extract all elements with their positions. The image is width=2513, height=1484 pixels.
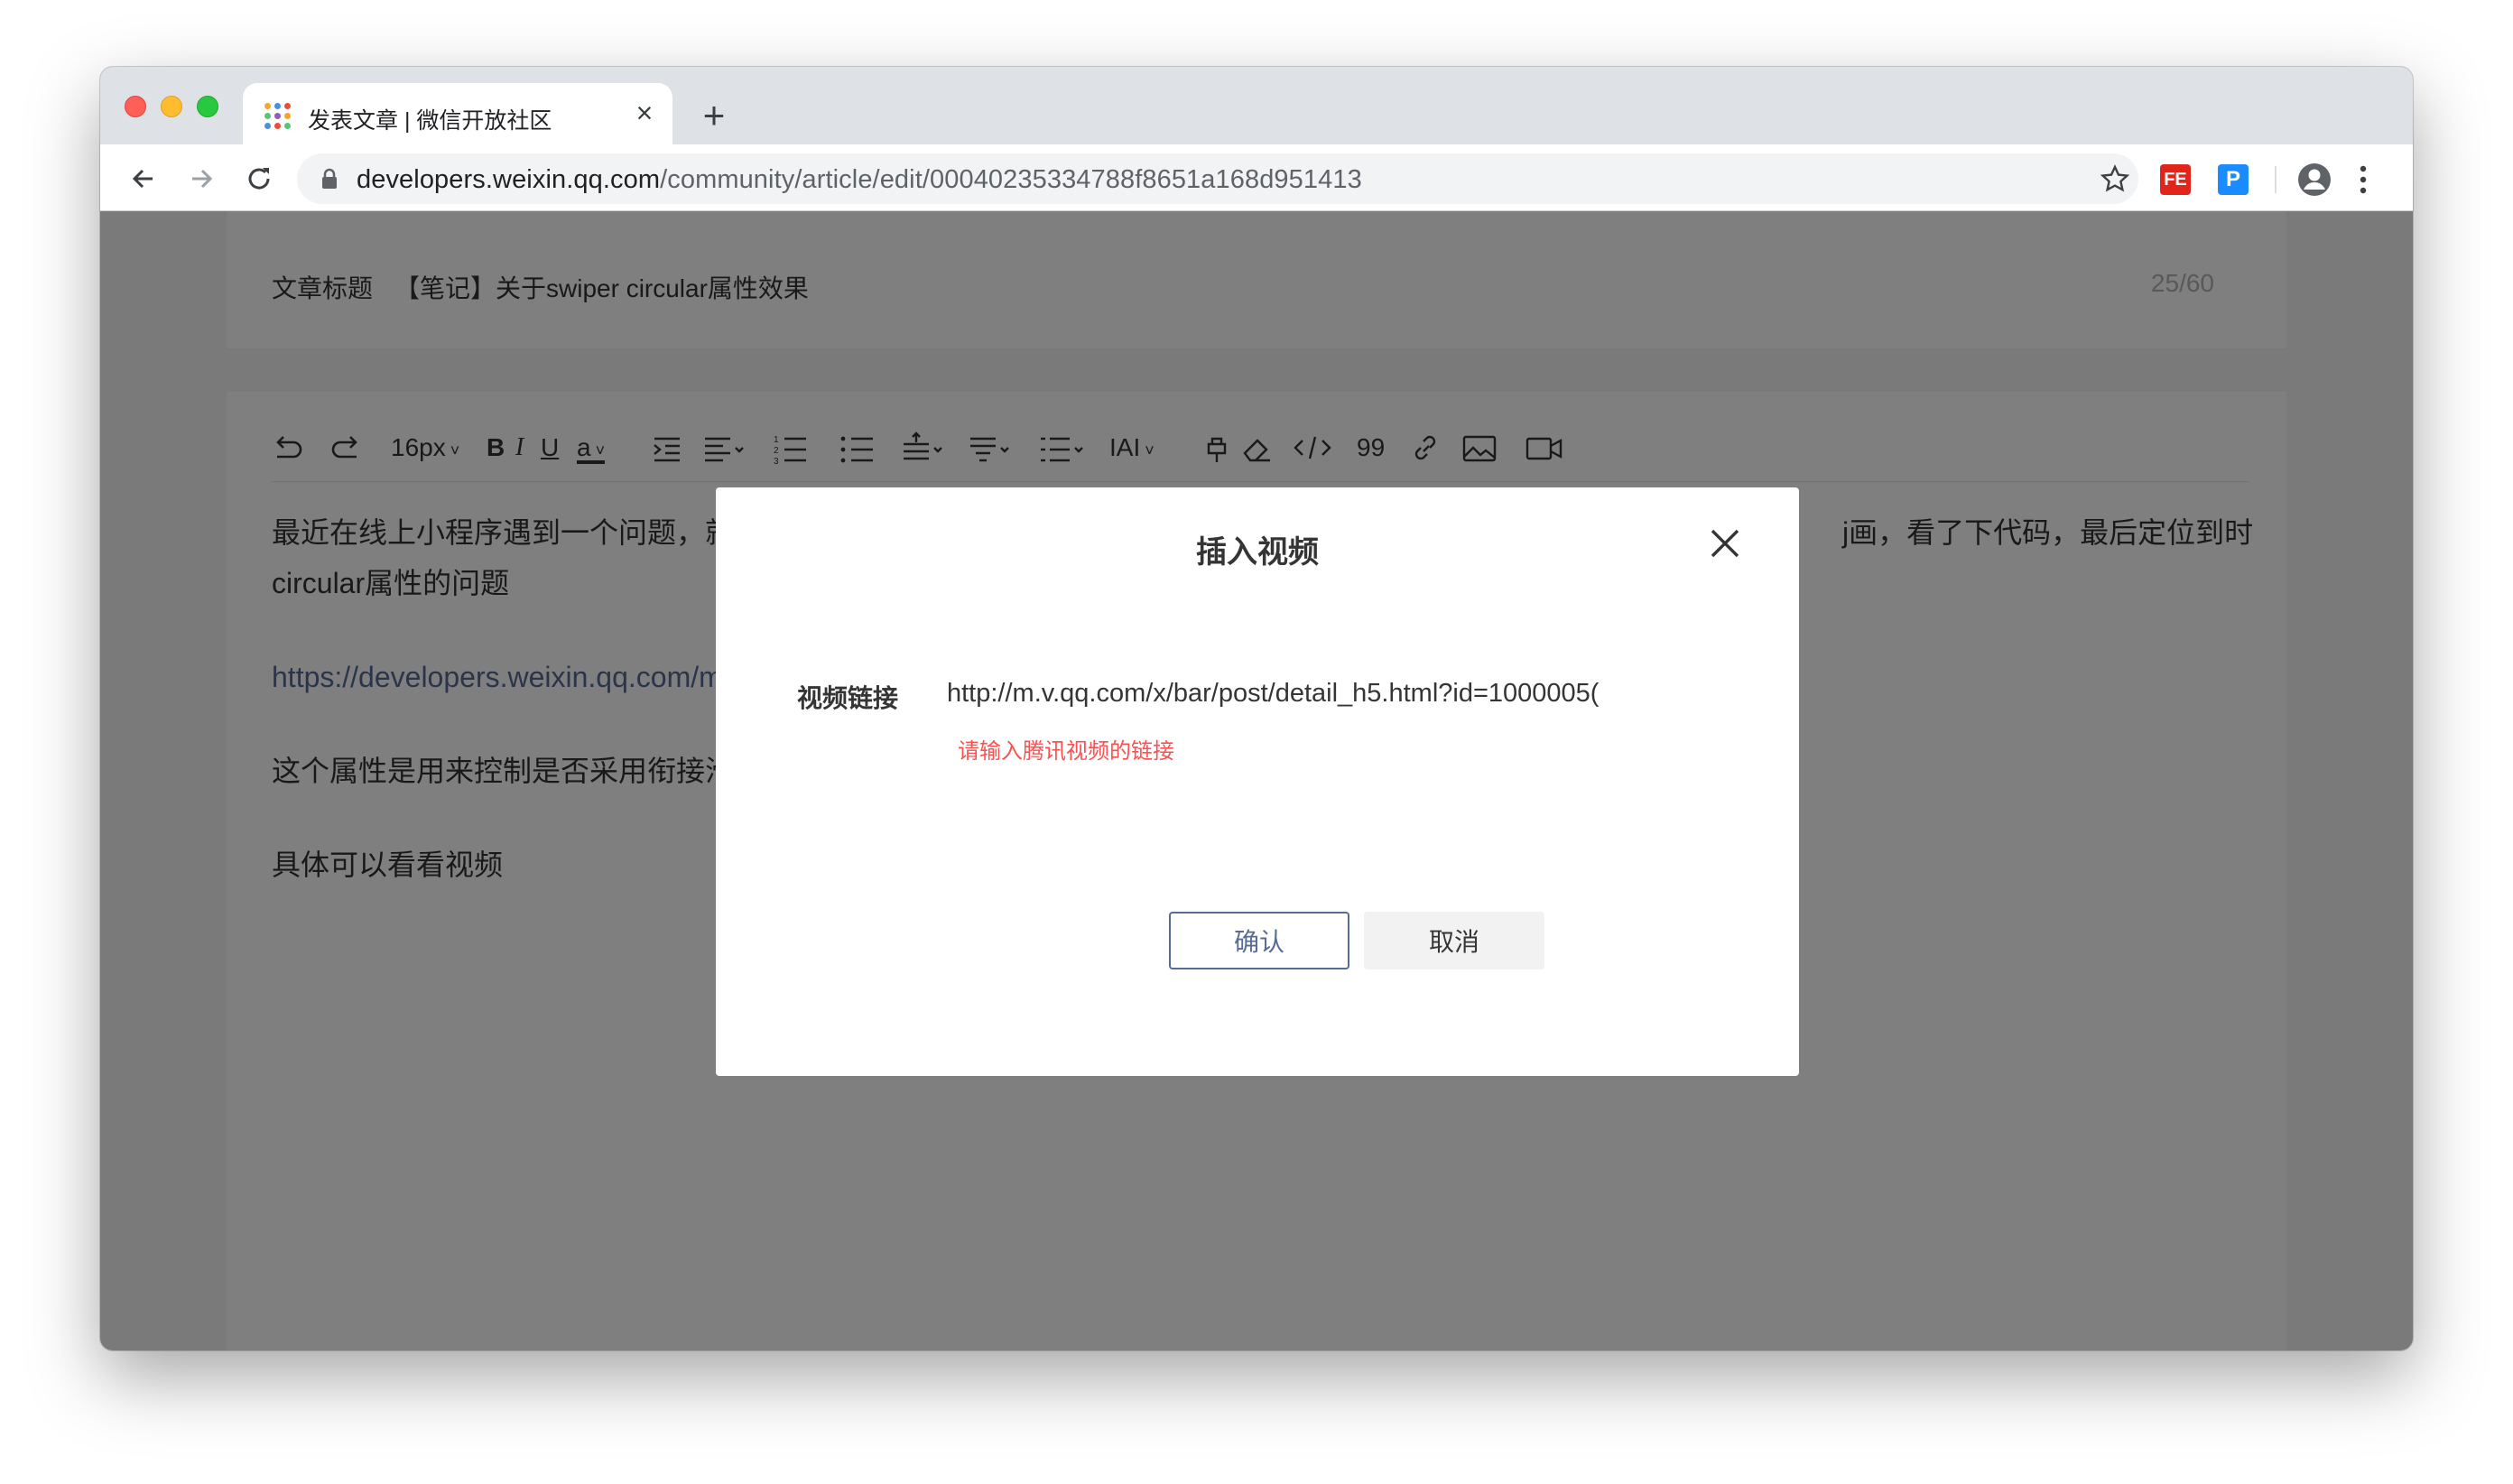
url-path: /community/article/edit/00040235334788f8… — [660, 165, 1362, 194]
back-button[interactable] — [125, 161, 162, 197]
lock-icon — [322, 168, 337, 189]
url-text: developers.weixin.qq.com/community/artic… — [357, 165, 1362, 195]
insert-video-dialog: 插入视频 视频链接 请输入腾讯视频的链接 确认 取消 — [716, 487, 1799, 1076]
forward-arrow-icon — [192, 169, 213, 189]
error-message: 请输入腾讯视频的链接 — [958, 739, 1174, 764]
extension-p-icon[interactable]: P — [2218, 164, 2249, 195]
browser-window: 发表文章 | 微信开放社区 × + developers.weixin.qq.c… — [100, 67, 2413, 1350]
minimize-window-button[interactable] — [161, 96, 182, 117]
kebab-menu-icon[interactable] — [2359, 164, 2368, 195]
tab-strip: 发表文章 | 微信开放社区 × + — [100, 67, 2413, 144]
back-arrow-icon — [132, 169, 153, 189]
video-link-label: 视频链接 — [797, 684, 899, 712]
close-icon[interactable] — [1709, 527, 1741, 560]
profile-avatar-icon[interactable] — [2297, 162, 2332, 197]
dialog-title: 插入视频 — [1196, 535, 1319, 570]
video-link-input[interactable] — [947, 668, 1615, 719]
new-tab-button[interactable]: + — [696, 97, 732, 134]
close-window-button[interactable] — [125, 96, 146, 117]
bookmark-star-icon[interactable] — [2100, 164, 2129, 193]
forward-button[interactable] — [183, 161, 219, 197]
extension-fe-icon[interactable]: FE — [2160, 164, 2191, 195]
reload-button[interactable] — [241, 161, 277, 197]
maximize-window-button[interactable] — [197, 96, 218, 117]
url-host: developers.weixin.qq.com — [357, 165, 661, 194]
confirm-button[interactable]: 确认 — [1169, 912, 1349, 969]
cancel-button[interactable]: 取消 — [1364, 912, 1544, 969]
tab-active[interactable]: 发表文章 | 微信开放社区 × — [243, 83, 672, 144]
tab-title: 发表文章 | 微信开放社区 — [308, 108, 552, 134]
toolbar-divider — [2275, 166, 2277, 193]
weixin-favicon-icon — [264, 103, 292, 130]
address-bar[interactable]: developers.weixin.qq.com/community/artic… — [297, 153, 2138, 204]
reload-icon — [248, 168, 270, 190]
browser-toolbar: developers.weixin.qq.com/community/artic… — [100, 144, 2413, 211]
tab-close-icon[interactable]: × — [631, 98, 658, 127]
